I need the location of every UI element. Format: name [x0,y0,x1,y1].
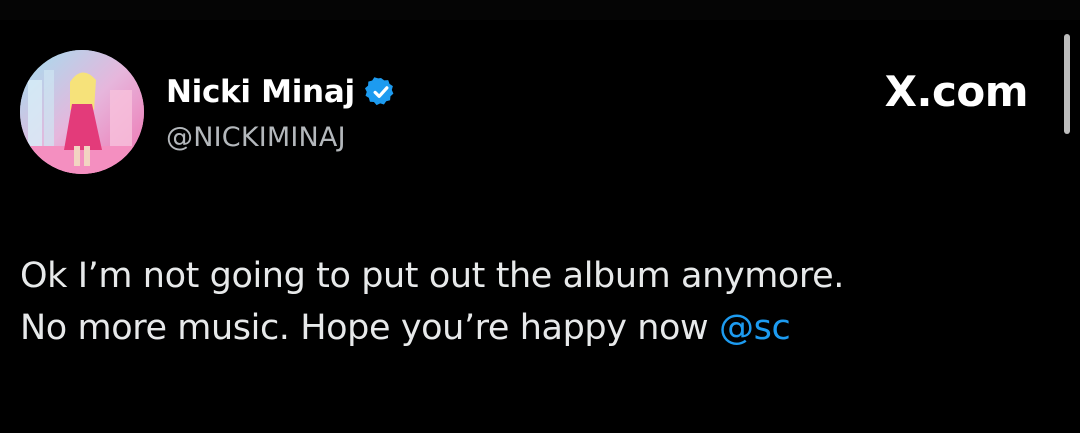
author-name-row: Nicki Minaj [166,70,397,114]
avatar-image [20,50,144,174]
profile-avatar[interactable] [20,50,144,174]
post-text-line-2: No more music. Hope you’re happy now @sc [20,302,1060,354]
post-text: Ok I’m not going to put out the album an… [20,250,1060,354]
verified-badge-icon [364,77,394,106]
author-display-name[interactable]: Nicki Minaj [166,74,355,110]
source-brand-label: X.com [884,66,1029,116]
top-edge-band [0,0,1080,20]
author-handle[interactable]: @NICKIMINAJ [166,122,346,153]
post-text-line-2-body: No more music. Hope you’re happy now [20,308,720,348]
mention-link[interactable]: @sc [719,308,791,348]
scrollbar-thumb[interactable] [1064,34,1070,134]
post-text-line-1: Ok I’m not going to put out the album an… [20,256,844,296]
source-brand: X.com [884,66,1029,116]
